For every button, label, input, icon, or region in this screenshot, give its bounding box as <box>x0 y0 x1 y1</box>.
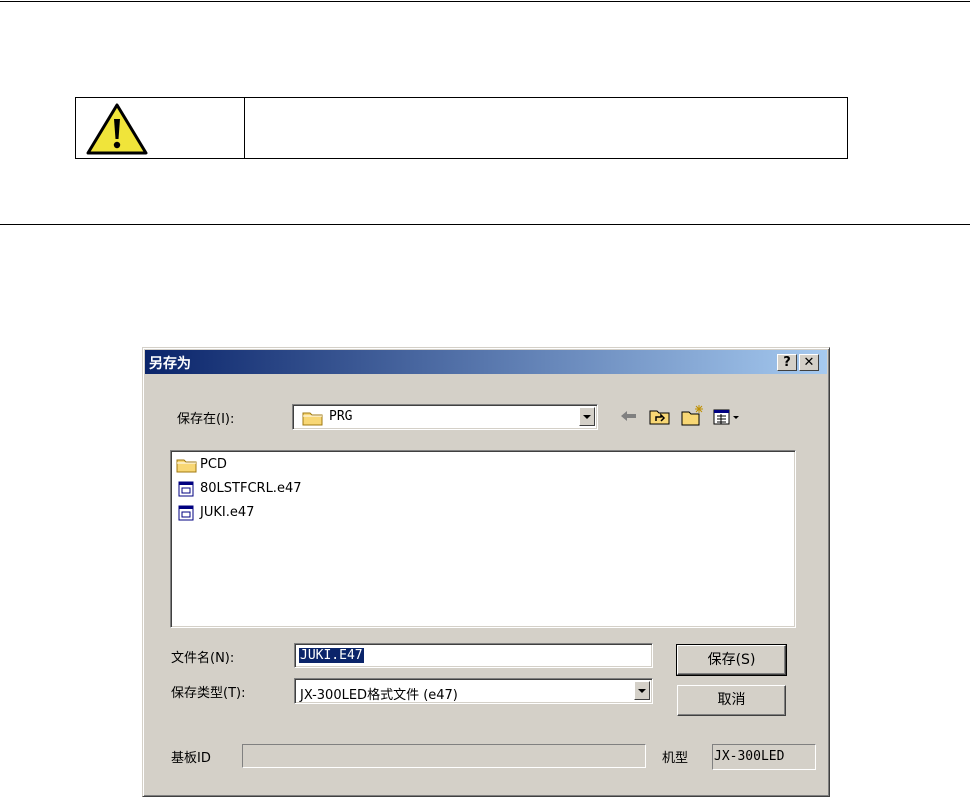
section-rule <box>0 224 970 225</box>
filetype-combo[interactable]: JX-300LED格式文件 (e47) <box>294 678 653 704</box>
back-arrow-icon[interactable] <box>619 408 639 424</box>
help-button[interactable]: ? <box>777 354 797 371</box>
board-id-field <box>242 744 646 768</box>
warning-icon <box>86 103 148 155</box>
document-icon <box>178 481 194 497</box>
file-name: PCD <box>200 457 227 472</box>
up-folder-icon[interactable] <box>649 408 671 426</box>
save-in-label: 保存在(I): <box>177 412 235 427</box>
save-button[interactable]: 保存(S) <box>676 644 787 676</box>
filename-input[interactable]: JUKI.E47 <box>294 643 653 668</box>
save-as-dialog: 另存为 ? ✕ 保存在(I): PRG PCD 80LSTFCRL.e47 JU… <box>142 347 830 797</box>
save-in-value: PRG <box>329 409 353 424</box>
chevron-down-icon[interactable] <box>634 681 650 700</box>
folder-icon <box>302 412 323 426</box>
top-rule <box>0 1 970 2</box>
model-label: 机型 <box>662 751 689 766</box>
chevron-down-icon[interactable] <box>579 407 595 426</box>
filename-value: JUKI.E47 <box>299 648 364 663</box>
dialog-title: 另存为 <box>149 356 191 372</box>
model-field: JX-300LED <box>712 744 816 770</box>
board-id-label: 基板ID <box>171 751 211 766</box>
file-name: 80LSTFCRL.e47 <box>200 481 302 496</box>
close-button[interactable]: ✕ <box>799 354 819 371</box>
cancel-button[interactable]: 取消 <box>677 685 786 716</box>
filetype-label: 保存类型(T): <box>171 686 246 701</box>
document-icon <box>178 505 194 521</box>
folder-icon <box>176 459 197 473</box>
save-in-combo[interactable]: PRG <box>292 404 598 430</box>
file-list[interactable]: PCD 80LSTFCRL.e47 JUKI.e47 <box>170 450 796 628</box>
view-menu-icon[interactable] <box>713 408 741 426</box>
filetype-value: JX-300LED格式文件 (e47) <box>300 688 458 703</box>
warning-icon-cell <box>76 98 245 158</box>
warning-box <box>75 97 848 159</box>
title-bar[interactable]: 另存为 ? ✕ <box>145 350 827 374</box>
file-name: JUKI.e47 <box>200 505 255 520</box>
new-folder-icon[interactable] <box>681 404 705 426</box>
filename-label: 文件名(N): <box>171 651 235 666</box>
